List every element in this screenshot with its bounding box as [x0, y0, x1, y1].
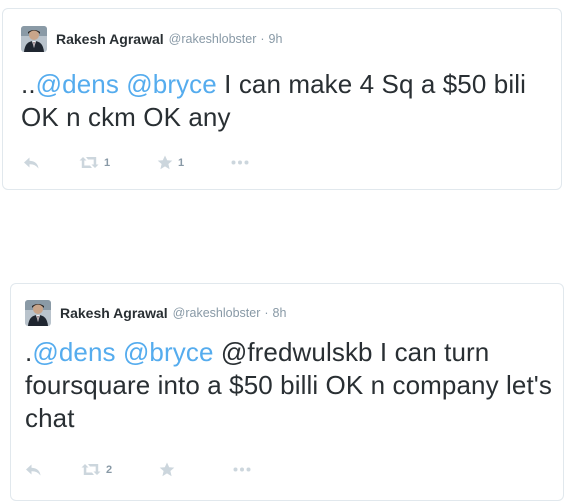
favorite-count: 1	[178, 156, 185, 169]
avatar[interactable]	[21, 26, 47, 52]
more-options-icon	[231, 160, 249, 165]
star-icon	[157, 155, 173, 170]
favorite-button[interactable]: 1	[157, 155, 231, 170]
more-options-icon	[233, 467, 251, 472]
tweet-header: Rakesh Agrawal @rakeshlobster · 9h	[21, 26, 282, 52]
tweet-actions: 1 1	[23, 155, 249, 170]
favorite-button[interactable]	[159, 462, 233, 477]
star-icon	[159, 462, 175, 477]
separator-dot: ·	[264, 306, 269, 320]
tweet-text: ..@dens @bryce I can make 4 Sq a $50 bil…	[21, 68, 551, 134]
retweet-button[interactable]: 2	[81, 463, 159, 476]
reply-button[interactable]	[23, 156, 79, 170]
user-handle[interactable]: @rakeshlobster	[169, 32, 257, 46]
tweet-timestamp[interactable]: 9h	[269, 32, 283, 46]
tweet-timestamp[interactable]: 8h	[273, 306, 287, 320]
reply-icon	[25, 463, 42, 477]
tweet-header: Rakesh Agrawal @rakeshlobster · 8h	[25, 300, 286, 326]
display-name[interactable]: Rakesh Agrawal	[60, 305, 168, 321]
tweet-text: .@dens @bryce @fredwulskb I can turn fou…	[25, 336, 555, 435]
reply-icon	[23, 156, 40, 170]
text-prefix: ..	[21, 69, 36, 99]
reply-button[interactable]	[25, 463, 81, 477]
more-button[interactable]	[231, 160, 249, 165]
tweet-card[interactable]: Rakesh Agrawal @rakeshlobster · 9h ..@de…	[2, 8, 562, 190]
tweet-card[interactable]: Rakesh Agrawal @rakeshlobster · 8h .@den…	[10, 283, 564, 501]
retweet-button[interactable]: 1	[79, 156, 157, 169]
avatar[interactable]	[25, 300, 51, 326]
mention-link[interactable]: @dens	[32, 337, 115, 367]
separator-dot: ·	[260, 32, 265, 46]
mention-link[interactable]: @bryce	[123, 337, 214, 367]
retweet-count: 1	[104, 156, 111, 169]
retweet-icon	[79, 156, 99, 169]
user-handle[interactable]: @rakeshlobster	[173, 306, 261, 320]
more-button[interactable]	[233, 467, 251, 472]
mention-link[interactable]: @dens	[36, 69, 119, 99]
display-name[interactable]: Rakesh Agrawal	[56, 31, 164, 47]
retweet-icon	[81, 463, 101, 476]
tweet-actions: 2	[25, 462, 251, 477]
retweet-count: 2	[106, 463, 113, 476]
mention-link[interactable]: @bryce	[126, 69, 217, 99]
